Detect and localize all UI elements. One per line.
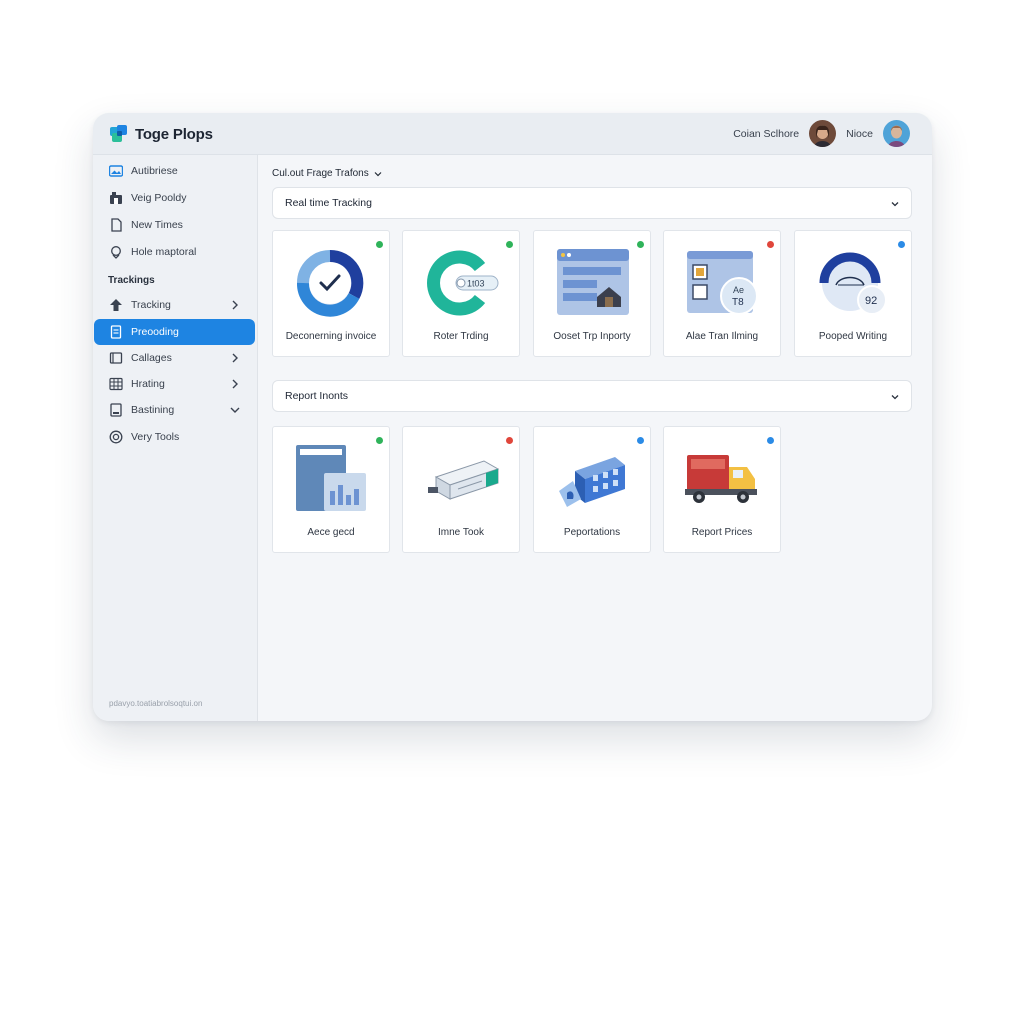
- chevron-right-icon: [232, 300, 238, 310]
- section-title: Real time Tracking: [285, 197, 372, 209]
- app-window: Toge Plops Coian Sclhore Nioce Autibries…: [93, 113, 932, 721]
- status-badge: [637, 241, 644, 248]
- section-dropdown-realtime[interactable]: Real time Tracking: [272, 187, 912, 219]
- shop-icon: [110, 192, 122, 204]
- badge-top-text: Ae: [733, 285, 744, 295]
- document-icon: [110, 325, 122, 339]
- sidebar-item-hole-maptoral[interactable]: Hole maptoral: [94, 239, 255, 265]
- avatar[interactable]: [809, 120, 837, 147]
- top-bar: Toge Plops Coian Sclhore Nioce: [93, 113, 932, 155]
- card-ooset-trp-inporty[interactable]: Ooset Trp Inporty: [533, 230, 651, 357]
- brand[interactable]: Toge Plops: [109, 124, 213, 144]
- card-aece-gecd[interactable]: Aece gecd: [272, 426, 390, 553]
- chevron-down-icon: [374, 171, 382, 176]
- target-icon: [109, 430, 123, 444]
- sidebar-item-new-times[interactable]: New Times: [94, 212, 255, 238]
- sidebar-item-callages[interactable]: Callages: [94, 345, 255, 371]
- location-pin-icon: [111, 246, 121, 259]
- top-link[interactable]: Coian Sclhore: [733, 128, 799, 140]
- sidebar-item-veig-pooldy[interactable]: Veig Pooldy: [94, 185, 255, 211]
- card-label: Alae Tran Ilming: [685, 331, 759, 342]
- breadcrumb[interactable]: Cul.out Frage Trafons: [272, 168, 383, 179]
- book-icon: [109, 352, 123, 364]
- main-content: Cul.out Frage Trafons Real time Tracking…: [258, 155, 932, 721]
- chevron-down-icon: [891, 395, 899, 400]
- report-doc-icon: [296, 445, 366, 511]
- chevron-down-icon: [230, 407, 240, 413]
- card-imne-took[interactable]: Imne Took: [402, 426, 520, 553]
- browser-window-icon: [557, 249, 629, 315]
- sidebar: Autibriese Veig Pooldy New Times Hole ma…: [93, 155, 258, 721]
- status-badge: [376, 437, 383, 444]
- sidebar-item-label: Hole maptoral: [131, 246, 197, 258]
- card-label: Peportations: [563, 527, 621, 538]
- card-label: Aece gecd: [307, 527, 355, 538]
- user-area: Coian Sclhore Nioce: [733, 120, 910, 147]
- sidebar-item-label: Hrating: [131, 378, 165, 390]
- ring-chart-icon: 1t03: [427, 250, 499, 316]
- status-badge: [506, 437, 513, 444]
- card-label: Imne Took: [438, 527, 484, 538]
- ring-badge-text: 1t03: [467, 279, 485, 289]
- status-badge: [506, 241, 513, 248]
- chevron-down-icon: [891, 202, 899, 207]
- sidebar-item-hrating[interactable]: Hrating: [94, 371, 255, 397]
- card-deconerning-invoice[interactable]: Deconerning invoice: [272, 230, 390, 357]
- chevron-right-icon: [232, 353, 238, 363]
- card-roter-trding[interactable]: 1t03 Roter Trding: [402, 230, 520, 357]
- sidebar-item-autibriese[interactable]: Autibriese: [94, 158, 255, 184]
- sidebar-item-label: Veig Pooldy: [131, 192, 187, 204]
- section-dropdown-report[interactable]: Report Inonts: [272, 380, 912, 412]
- card-label: Ooset Trp Inporty: [553, 331, 631, 342]
- truck-icon: [685, 455, 757, 503]
- building-icon: [559, 457, 625, 507]
- gauge-badge-text: 92: [865, 295, 877, 307]
- container-icon: [428, 460, 500, 500]
- sidebar-item-label: Autibriese: [131, 165, 178, 177]
- status-badge: [898, 241, 905, 248]
- sidebar-section-title: Trackings: [108, 275, 155, 286]
- card-report-prices[interactable]: Report Prices: [663, 426, 781, 553]
- sidebar-item-bastining[interactable]: Bastining: [94, 397, 255, 423]
- card-label: Pooped Writing: [818, 331, 888, 342]
- document-icon: [111, 218, 122, 232]
- upload-icon: [110, 299, 122, 311]
- card-label: Roter Trding: [433, 331, 489, 342]
- status-badge: [637, 437, 644, 444]
- user-name[interactable]: Nioce: [846, 128, 873, 140]
- badge-bottom-text: T8: [732, 297, 744, 308]
- avatar[interactable]: [883, 120, 910, 147]
- sidebar-item-label: Callages: [131, 352, 172, 364]
- breadcrumb-label: Cul.out Frage Trafons: [272, 168, 369, 179]
- status-badge: [767, 437, 774, 444]
- image-icon: [109, 165, 123, 177]
- sidebar-item-label: Very Tools: [131, 431, 180, 443]
- gauge-icon: 92: [819, 252, 887, 315]
- sidebar-item-label: Preooding: [131, 326, 179, 338]
- screen-badge-icon: Ae T8: [687, 251, 758, 315]
- section-title: Report Inonts: [285, 390, 349, 402]
- status-badge: [376, 241, 383, 248]
- file-icon: [110, 403, 122, 417]
- card-label: Report Prices: [691, 527, 753, 538]
- status-badge: [767, 241, 774, 248]
- grid-icon: [109, 377, 123, 391]
- card-peportations[interactable]: Peportations: [533, 426, 651, 553]
- sidebar-item-label: Bastining: [131, 404, 175, 416]
- card-label: Deconerning invoice: [285, 331, 377, 342]
- sidebar-item-very-tools[interactable]: Very Tools: [94, 424, 255, 450]
- donut-check-icon: [296, 249, 364, 317]
- brand-logo-icon: [110, 125, 127, 142]
- card-pooped-writing[interactable]: 92 Pooped Writing: [794, 230, 912, 357]
- chevron-right-icon: [232, 379, 238, 389]
- card-alae-tran-ilming[interactable]: Ae T8 Alae Tran Ilming: [663, 230, 781, 357]
- sidebar-item-label: New Times: [131, 219, 183, 231]
- app-title: Toge Plops: [135, 125, 213, 143]
- sidebar-item-preooding[interactable]: Preooding: [94, 319, 255, 345]
- sidebar-item-label: Tracking: [131, 299, 171, 311]
- sidebar-footnote: pdavyo.toatiabrolsoqtui.on: [109, 699, 203, 708]
- sidebar-item-tracking[interactable]: Tracking: [94, 292, 255, 318]
